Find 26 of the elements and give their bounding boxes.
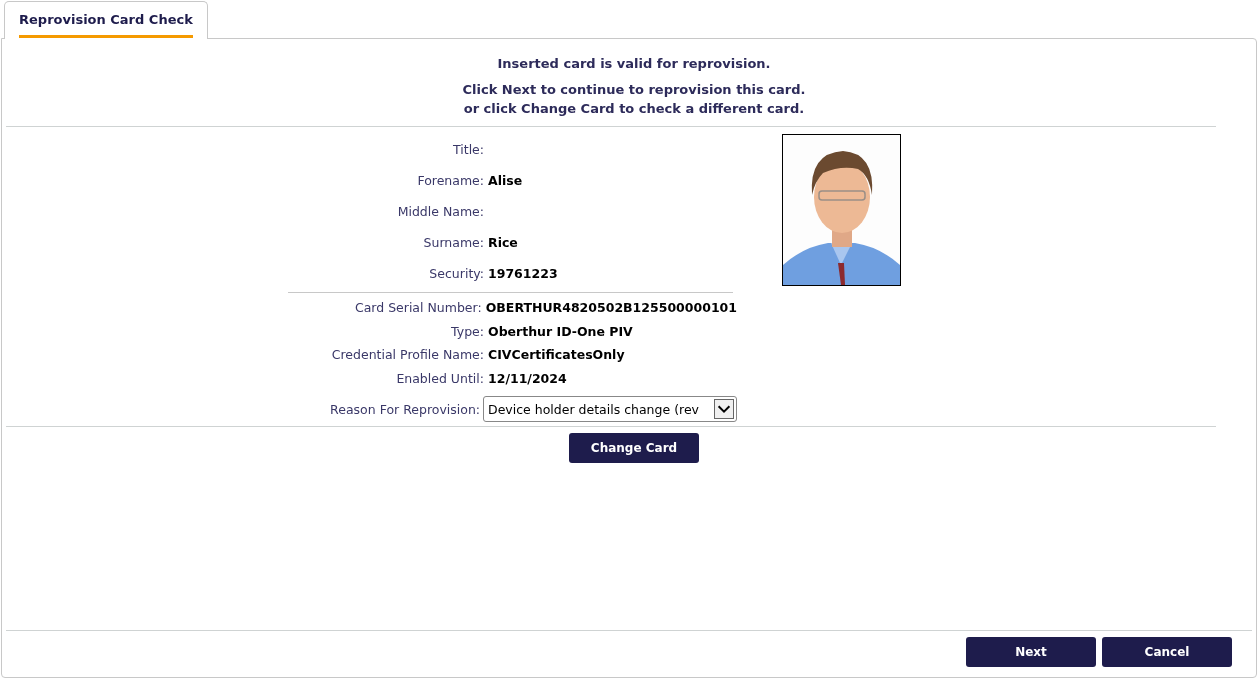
caret-icon (714, 399, 734, 419)
status-message: or click Change Card to check a different card. (463, 100, 805, 118)
field-value: 12/11/2024 (487, 370, 567, 386)
field-label: Security: (428, 266, 484, 281)
field-label: Surname: (422, 235, 484, 250)
field-label: Forename: (416, 173, 484, 188)
field-label: Middle Name: (396, 204, 484, 219)
field-value: Rice (487, 235, 518, 250)
field-value: Alise (487, 173, 523, 188)
field-label: Reason For Reprovision: (329, 401, 481, 417)
field-label: Credential Profile Name: (330, 347, 484, 363)
field-label: Title: (452, 142, 484, 157)
field-value: 19761223 (487, 266, 558, 281)
field-value: OBERTHUR4820502B125500000101 (484, 300, 737, 316)
change-card-button[interactable]: Change Card (569, 433, 699, 463)
status-message: Inserted card is valid for reprovision. (497, 55, 771, 73)
field-value: Oberthur ID-One PIV (487, 323, 633, 339)
field-value: CIVCertificatesOnly (487, 347, 625, 363)
status-message: Click Next to continue to reprovision this card. (462, 81, 806, 99)
field-label: Card Serial Number: (353, 300, 482, 316)
tab[interactable]: Reprovision Card Check (4, 1, 208, 39)
field-label: Enabled Until: (395, 370, 484, 386)
footer-button[interactable]: Next (966, 637, 1096, 667)
footer-button[interactable]: Cancel (1102, 637, 1232, 667)
reason-dropdown[interactable]: Device holder details change (rev (483, 396, 737, 422)
field-label: Type: (450, 323, 484, 339)
